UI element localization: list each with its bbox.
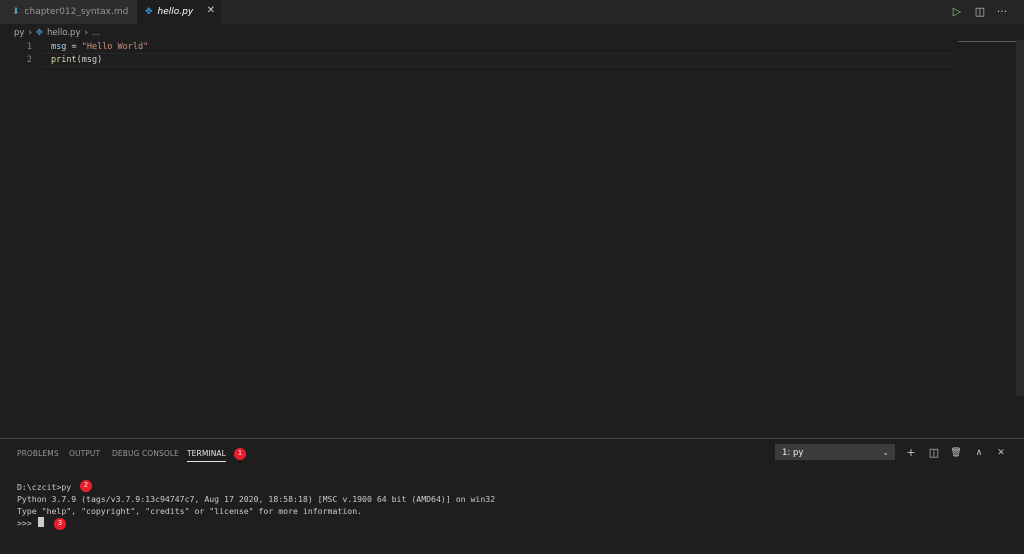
markdown-file-icon: ⬇ [12, 7, 20, 17]
close-icon[interactable]: ✕ [207, 5, 215, 16]
annotation-badge-1: 1 [234, 448, 246, 460]
tab-terminal[interactable]: TERMINAL [187, 449, 226, 462]
variable-token: msg [51, 42, 67, 52]
chevron-down-icon: ⌄ [882, 448, 889, 457]
breadcrumb: py › ✥ hello.py › ... [14, 26, 104, 40]
annotation-badge-2: 2 [80, 480, 92, 492]
close-panel-icon[interactable]: ✕ [994, 446, 1008, 460]
split-editor-icon[interactable]: ◫ [972, 4, 988, 20]
annotation-badge-3: 3 [54, 518, 66, 530]
tab-label: chapter012_syntax.md [24, 7, 129, 17]
breadcrumb-folder[interactable]: py [14, 28, 24, 38]
breadcrumb-separator: › [28, 28, 32, 38]
trash-icon[interactable]: 🗑 [949, 446, 963, 460]
more-actions-icon[interactable]: ··· [994, 4, 1010, 20]
breadcrumb-symbols[interactable]: ... [92, 28, 100, 38]
operator-token: = [66, 42, 82, 52]
tab-chapter012-syntax[interactable]: ⬇ chapter012_syntax.md [0, 0, 149, 24]
terminal-cursor [38, 517, 44, 527]
tab-label: hello.py [157, 7, 194, 17]
run-icon[interactable]: ▷ [949, 4, 965, 20]
python-file-icon: ✥ [35, 28, 43, 38]
maximize-panel-icon[interactable]: ∧ [972, 446, 986, 460]
code-editor[interactable]: 1 msg = "Hello World" 2 print(msg) [0, 40, 1024, 438]
line-number: 1 [26, 42, 32, 52]
terminal-line: D:\czcit>py [17, 482, 72, 492]
terminal-select-value: 1: py [782, 448, 804, 458]
terminal-line: Python 3.7.9 (tags/v3.7.9:13c94747c7, Au… [17, 494, 496, 504]
python-file-icon: ✥ [145, 7, 153, 17]
breadcrumb-file[interactable]: hello.py [47, 28, 81, 38]
tab-output[interactable]: OUTPUT [69, 449, 100, 458]
tab-debug-console[interactable]: DEBUG CONSOLE [112, 449, 179, 458]
tab-hello-py[interactable]: ✥ hello.py ✕ [137, 0, 221, 24]
breadcrumb-separator: › [84, 28, 88, 38]
punctuation-token: (msg) [76, 55, 103, 65]
terminal-line: Type "help", "copyright", "credits" or "… [17, 506, 363, 516]
function-token: print [51, 55, 77, 65]
current-line-highlight [42, 53, 954, 67]
code-text: msg = "Hello World" [51, 41, 148, 54]
line-number: 2 [26, 55, 32, 65]
new-terminal-icon[interactable]: + [904, 446, 918, 460]
terminal-select[interactable]: 1: py ⌄ [775, 444, 895, 460]
editor-tab-bar: ⬇ chapter012_syntax.md ✥ hello.py ✕ ▷ ◫ … [0, 0, 1024, 24]
editor-scrollbar[interactable] [1016, 40, 1024, 396]
string-token: "Hello World" [81, 42, 149, 52]
minimap[interactable] [958, 41, 1016, 42]
tab-problems[interactable]: PROBLEMS [17, 449, 59, 458]
terminal-prompt[interactable]: >>> [17, 517, 37, 529]
split-terminal-icon[interactable]: ◫ [927, 446, 941, 460]
code-text: print(msg) [51, 54, 102, 67]
